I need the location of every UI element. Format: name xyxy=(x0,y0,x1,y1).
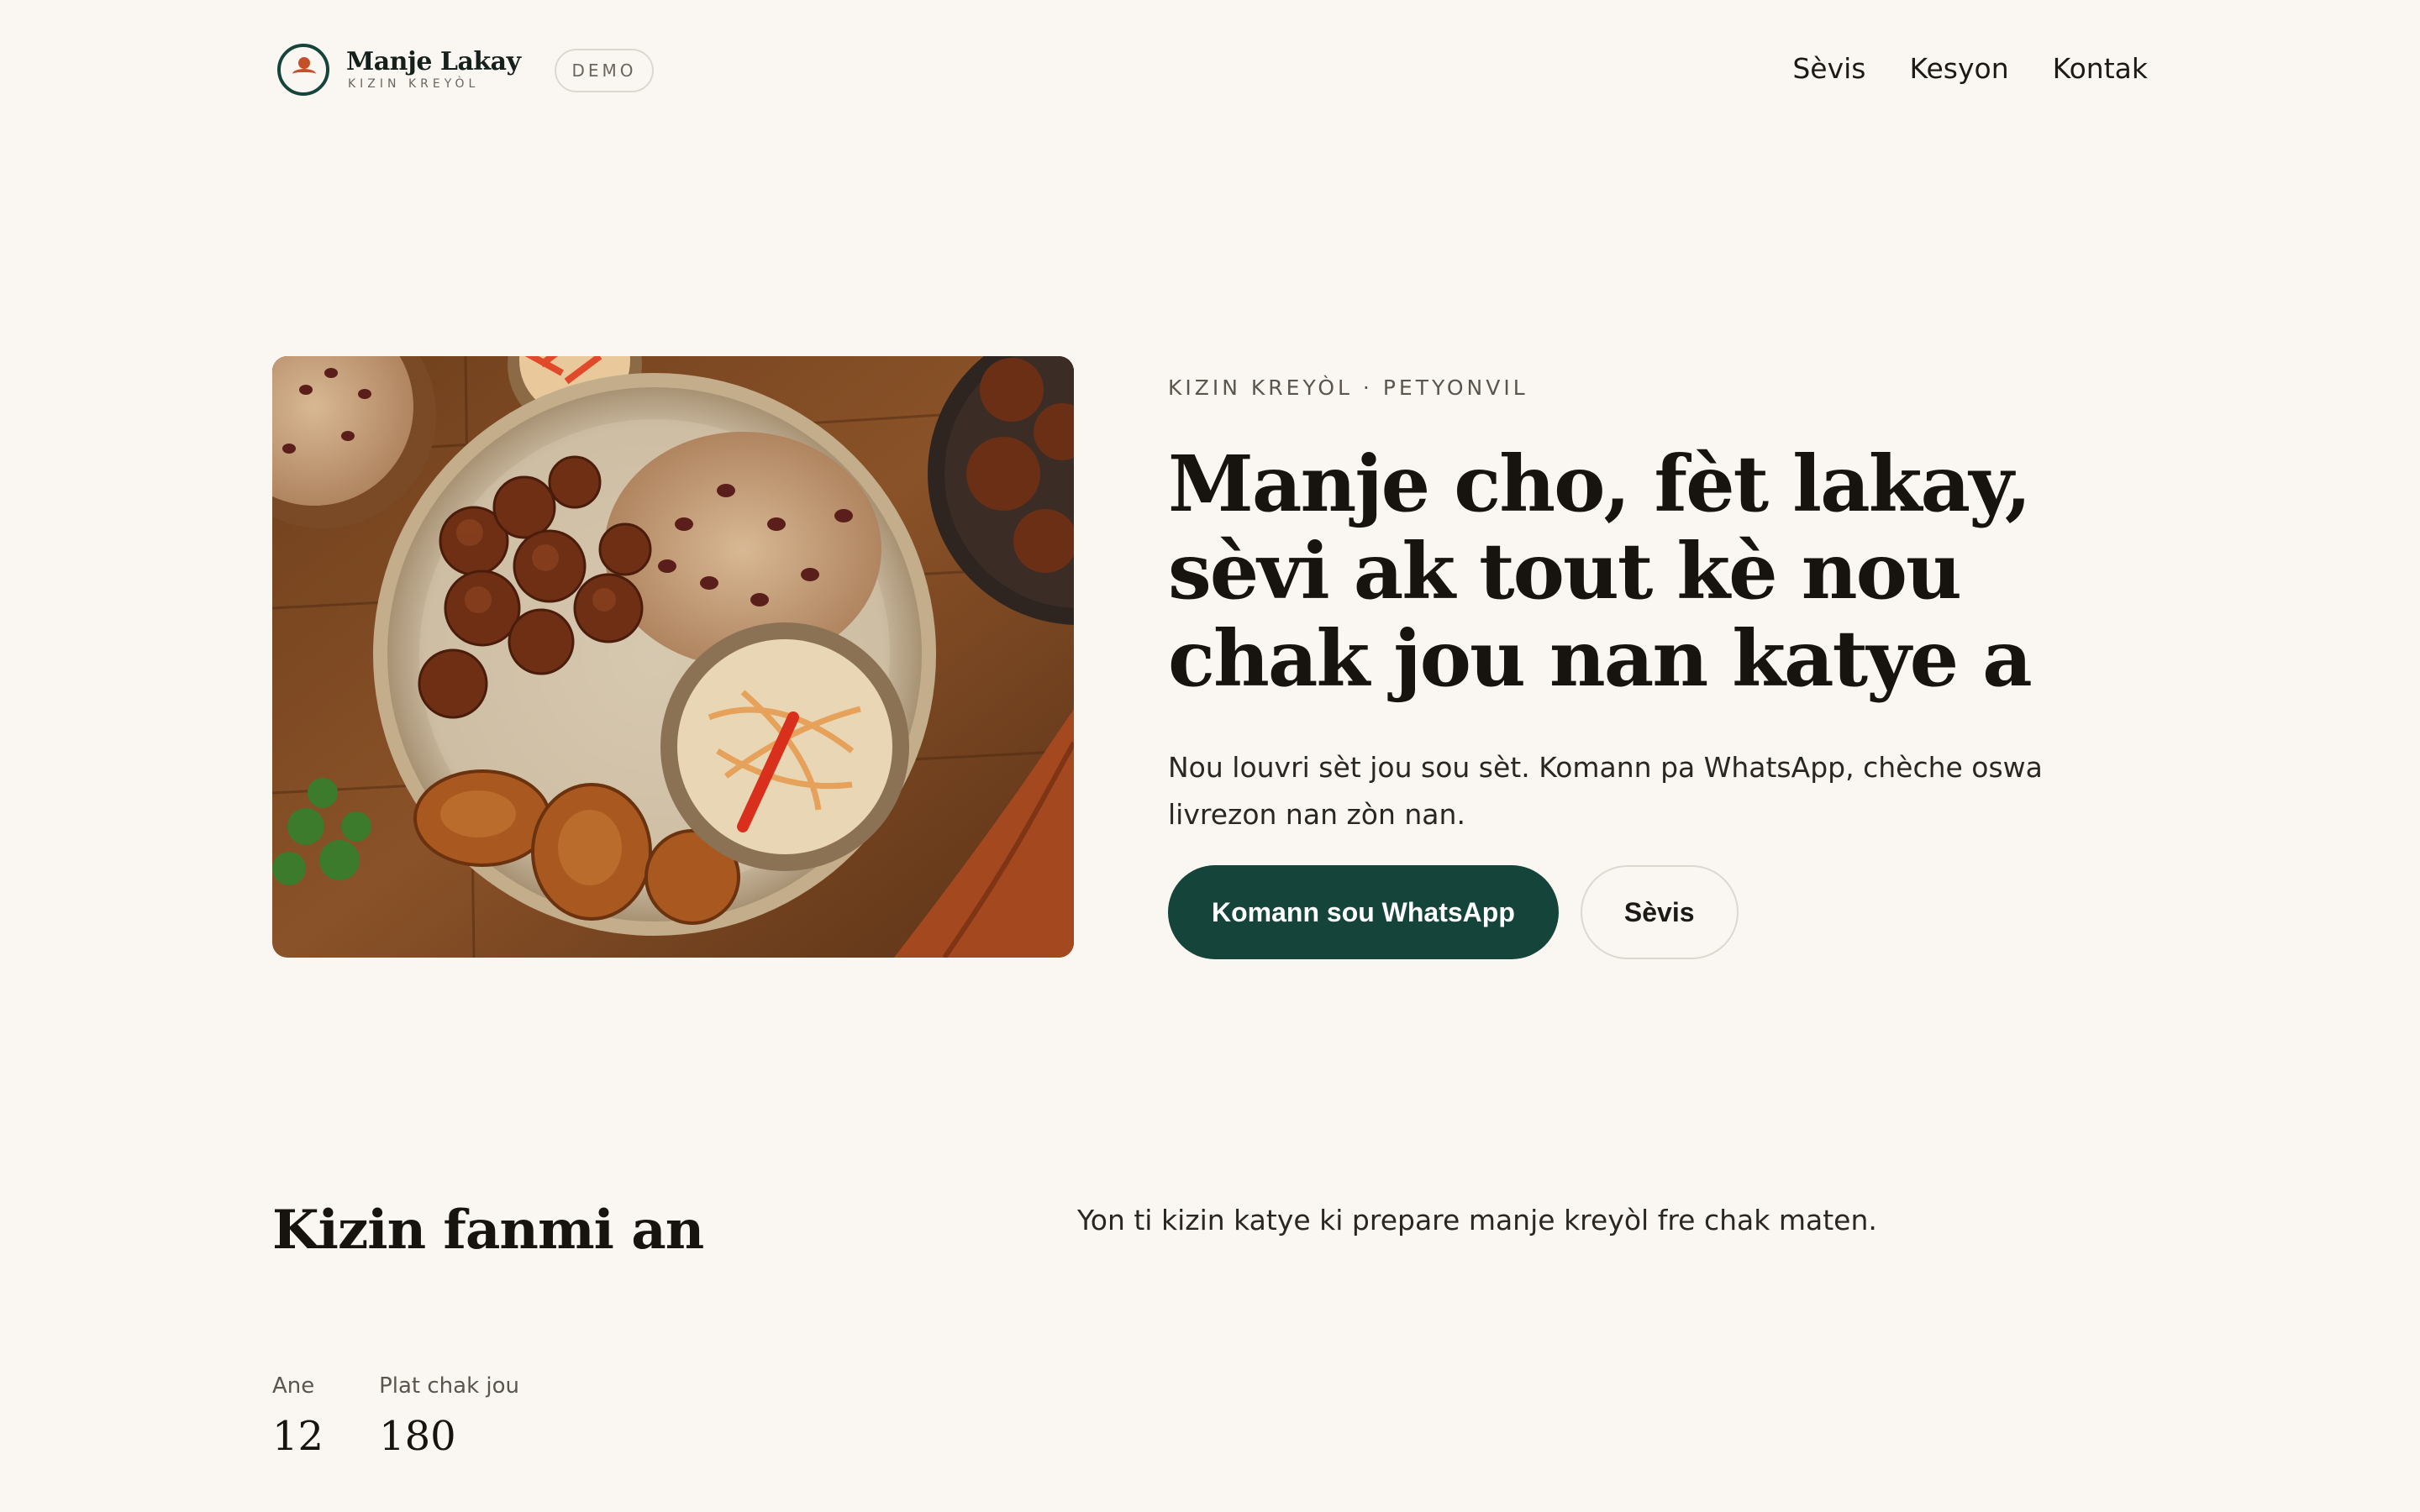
hero-eyebrow: KIZIN KREYÒL · PETYONVIL xyxy=(1168,375,1528,400)
nav-link-services[interactable]: Sèvis xyxy=(1792,50,1865,87)
stat-item: Ane 12 xyxy=(272,1369,324,1470)
nav-link-faq[interactable]: Kesyon xyxy=(1909,50,2008,87)
site-header: Manje Lakay KIZIN KREYÒL DEMO Sèvis Kesy… xyxy=(0,0,2420,143)
chef-logo-icon xyxy=(277,44,329,96)
hero-description: Nou louvri sèt jou sou sèt. Komann pa Wh… xyxy=(1168,751,2043,831)
brand-tagline: KIZIN KREYÒL xyxy=(348,77,480,91)
stat-value: 180 xyxy=(379,1413,456,1460)
main-nav: Sèvis Kesyon Kontak xyxy=(1792,50,2148,87)
brand-name: Manje Lakay xyxy=(346,47,521,76)
hero-title: Manje cho, fèt lakay, sèvi ak tout kè no… xyxy=(1168,438,2033,704)
stat-label: Ane xyxy=(272,1373,315,1399)
services-button[interactable]: Sèvis xyxy=(1580,865,1739,959)
hero-section: KIZIN KREYÒL · PETYONVIL Manje cho, fèt … xyxy=(1168,370,2160,959)
whatsapp-order-button[interactable]: Komann sou WhatsApp xyxy=(1168,865,1559,959)
about-title: Kizin fanmi an xyxy=(272,1199,704,1262)
hero-food-image xyxy=(272,356,1074,958)
hero-cta-row: Komann sou WhatsApp Sèvis xyxy=(1168,865,2160,959)
stat-value: 12 xyxy=(272,1413,324,1460)
demo-badge: DEMO xyxy=(555,49,654,92)
brand-logo-link[interactable]: Manje Lakay KIZIN KREYÒL xyxy=(277,44,521,96)
stat-label: Plat chak jou xyxy=(379,1373,520,1399)
about-description: Yon ti kizin katye ki prepare manje krey… xyxy=(1077,1204,1877,1236)
stat-item: Plat chak jou 180 xyxy=(379,1369,519,1470)
stats-list: Ane 12 Plat chak jou 180 xyxy=(272,1369,519,1470)
nav-link-contact[interactable]: Kontak xyxy=(2053,50,2148,87)
